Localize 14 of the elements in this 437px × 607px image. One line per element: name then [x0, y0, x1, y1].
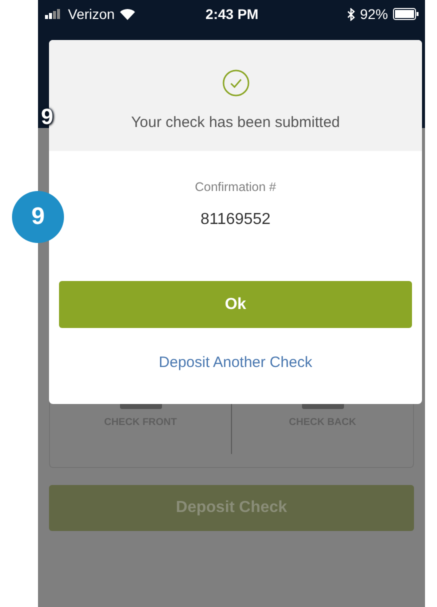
battery-icon: [393, 8, 420, 20]
signal-icon: [45, 9, 63, 19]
confirmation-label: Confirmation #: [194, 180, 276, 194]
check-circle-icon: [222, 69, 250, 97]
deposit-another-link[interactable]: Deposit Another Check: [158, 354, 312, 371]
ok-button[interactable]: Ok: [59, 281, 412, 328]
battery-percent: 92%: [360, 6, 388, 22]
confirmation-number: 81169552: [200, 211, 270, 229]
success-message: Your check has been submitted: [131, 114, 340, 131]
clock-time: 2:43 PM: [206, 6, 258, 22]
carrier-name: Verizon: [68, 6, 115, 22]
wifi-icon: [120, 8, 135, 20]
bluetooth-icon: [346, 8, 355, 20]
step-badge: 9: [12, 191, 64, 243]
